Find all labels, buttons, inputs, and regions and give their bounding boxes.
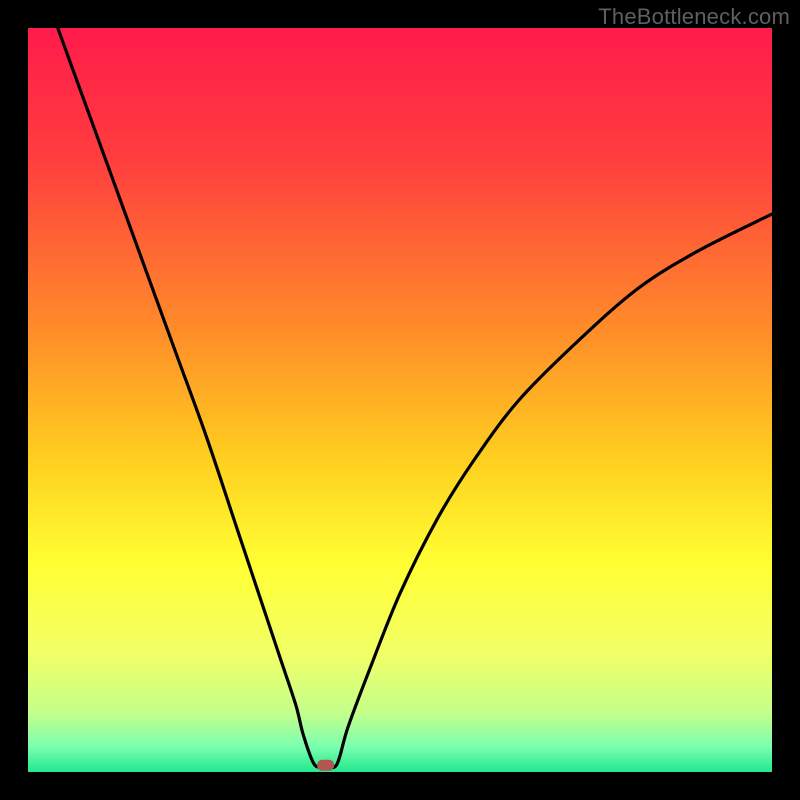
chart-stage: TheBottleneck.com: [0, 0, 800, 800]
optimum-marker: [317, 760, 334, 771]
watermark-text: TheBottleneck.com: [598, 4, 790, 30]
gradient-background: [28, 28, 772, 772]
plot-area: [28, 28, 772, 772]
bottleneck-chart: [28, 28, 772, 772]
